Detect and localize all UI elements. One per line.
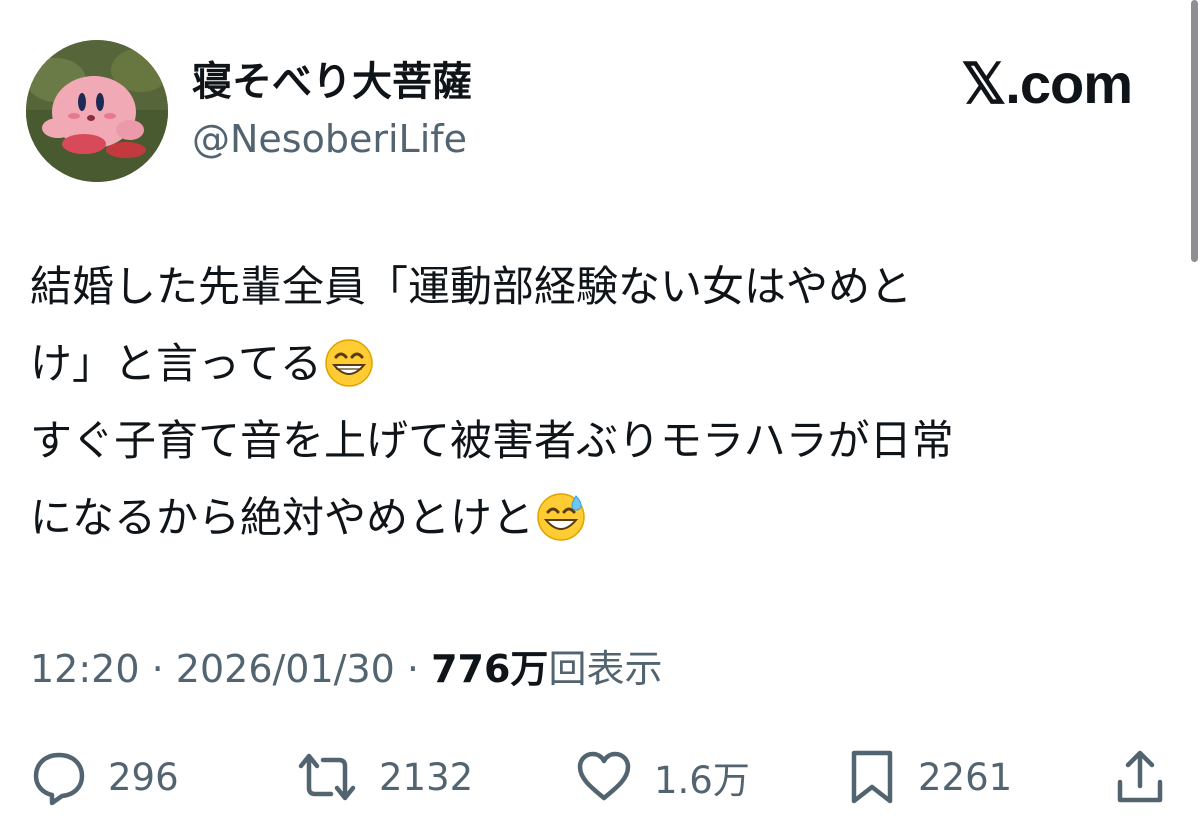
reply-count: 296 bbox=[108, 755, 179, 799]
reply-icon bbox=[33, 752, 85, 806]
meta-separator: · bbox=[151, 647, 164, 691]
share-button[interactable] bbox=[1112, 742, 1168, 812]
tweet-date[interactable]: 2026/01/30 bbox=[176, 647, 395, 691]
bookmark-button[interactable]: 2261 bbox=[846, 742, 1012, 812]
retweet-count: 2132 bbox=[379, 755, 474, 799]
author-display-name[interactable]: 寝そべり大菩薩 bbox=[192, 58, 472, 106]
views-count: 776万 bbox=[431, 647, 549, 691]
tweet-line: すぐ子育て音を上げて被害者ぶりモラハラが日常 bbox=[30, 416, 954, 465]
tweet-meta: 12:20 · 2026/01/30 · 776万回表示 bbox=[30, 644, 662, 694]
tweet-text: 結婚した先輩全員「運動部経験ない女はやめと け」と言ってる すぐ子育て音を上げて… bbox=[30, 248, 1160, 556]
scrollbar[interactable] bbox=[1186, 0, 1198, 270]
bookmark-count: 2261 bbox=[918, 755, 1013, 799]
retweet-icon bbox=[298, 753, 356, 801]
like-count: 1.6万 bbox=[654, 759, 750, 802]
brand-logo: 𝕏.com bbox=[961, 52, 1133, 115]
author-handle[interactable]: @NesoberiLife bbox=[192, 116, 467, 162]
like-button[interactable]: 1.6万 bbox=[574, 742, 750, 812]
grinning-sweat-emoji-icon bbox=[537, 493, 585, 541]
grinning-face-emoji-icon bbox=[325, 339, 373, 387]
tweet-line: 結婚した先輩全員「運動部経験ない女はやめと bbox=[30, 262, 913, 311]
scrollbar-thumb[interactable] bbox=[1191, 0, 1198, 262]
avatar-image bbox=[26, 40, 168, 182]
tweet-line: になるから絶対やめとけと bbox=[30, 479, 1160, 556]
bookmark-icon bbox=[851, 750, 893, 804]
reply-button[interactable]: 296 bbox=[30, 742, 179, 812]
share-icon bbox=[1117, 750, 1163, 803]
action-bar: 296 2132 1.6万 2261 bbox=[0, 742, 1200, 812]
tweet-time[interactable]: 12:20 bbox=[30, 647, 140, 691]
meta-separator: · bbox=[406, 647, 420, 691]
tweet-line: け」と言ってる bbox=[30, 325, 1160, 402]
heart-icon bbox=[577, 751, 631, 801]
avatar[interactable] bbox=[26, 40, 168, 182]
retweet-button[interactable]: 2132 bbox=[295, 742, 473, 812]
views-label: 回表示 bbox=[548, 647, 663, 691]
